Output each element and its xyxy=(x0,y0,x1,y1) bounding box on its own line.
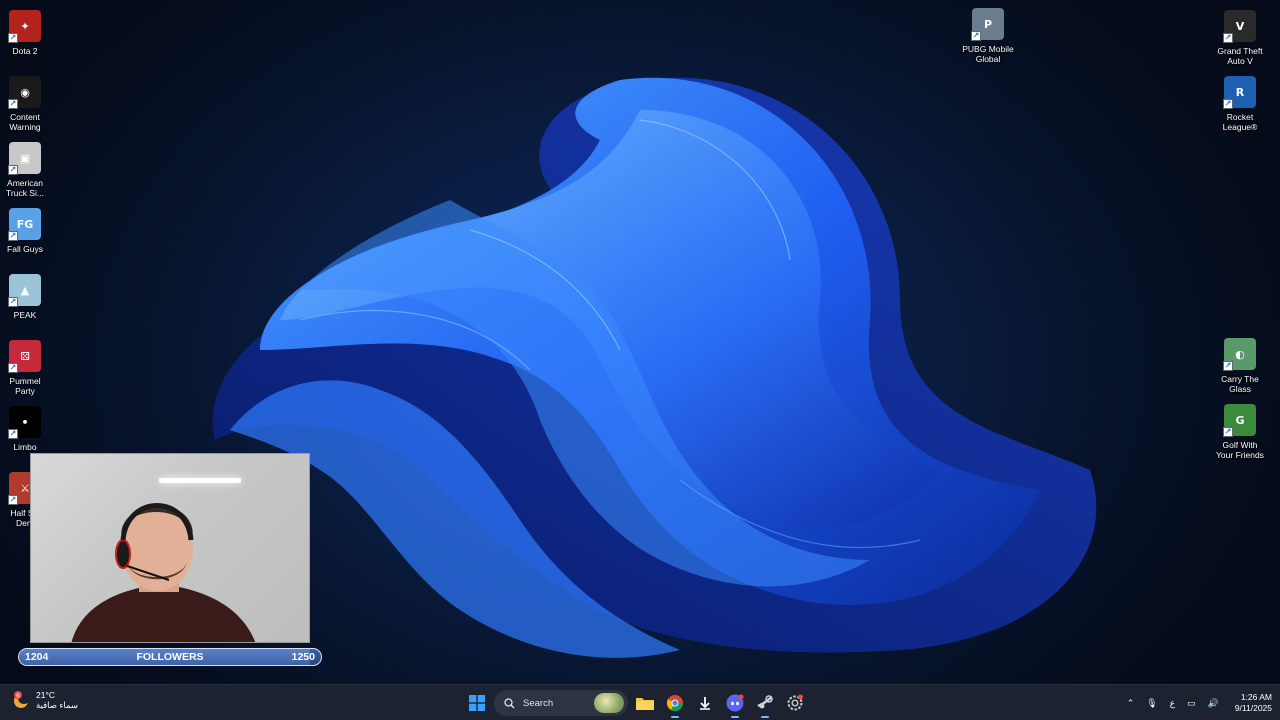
settings-app-button[interactable] xyxy=(782,690,808,716)
shortcut-arrow-icon: ↗ xyxy=(8,99,18,109)
desktop-icon-label: Limbo xyxy=(13,442,37,452)
taskbar-clock[interactable]: 1:26 AM 9/11/2025 xyxy=(1235,692,1272,714)
discord-button[interactable] xyxy=(722,690,748,718)
show-hidden-icons-chevron-icon[interactable]: ⌃ xyxy=(1127,698,1135,709)
limbo-icon: • ↗ xyxy=(8,406,41,439)
pummel-party-icon: ⚄ ↗ xyxy=(8,340,41,373)
desktop-icon-pubg-mobile[interactable]: P ↗ PUBG Mobile Global xyxy=(958,8,1018,64)
windows-start-button[interactable] xyxy=(464,690,490,716)
weather-moon-icon: 6 xyxy=(12,691,30,709)
taskbar-center-apps: Search xyxy=(464,688,808,718)
svg-text:6: 6 xyxy=(16,693,20,700)
content-warning-icon: ◉ ↗ xyxy=(8,76,41,109)
system-tray: ⌃ 🎙 ع ▭ 🔊 1:26 AM 9/11/2025 xyxy=(1127,689,1272,717)
clock-date: 9/11/2025 xyxy=(1234,703,1272,713)
shortcut-arrow-icon: ↗ xyxy=(8,33,18,43)
shortcut-arrow-icon: ↗ xyxy=(8,363,18,373)
file-explorer-button[interactable] xyxy=(632,690,658,716)
chrome-button[interactable] xyxy=(662,690,688,718)
desktop-icon-carry-the-glass[interactable]: ◐ ↗ Carry The Glass xyxy=(1210,338,1270,394)
golf-with-friends-icon: G ↗ xyxy=(1223,404,1256,437)
search-highlight-icon xyxy=(594,693,624,713)
search-placeholder: Search xyxy=(523,697,554,709)
microphone-icon[interactable]: 🎙 xyxy=(1146,698,1157,709)
shortcut-arrow-icon: ↗ xyxy=(971,31,981,41)
shortcut-arrow-icon: ↗ xyxy=(8,297,18,307)
rocket-league-icon: R ↗ xyxy=(1223,76,1256,109)
followers-label: FOLLOWERS xyxy=(136,651,204,663)
input-language[interactable]: ع xyxy=(1170,698,1175,709)
desktop-icon-label: Rocket League® xyxy=(1222,112,1258,132)
desktop-icon-label: American Truck Si... xyxy=(6,178,44,198)
desktop-icon-label: Pummel Party xyxy=(9,376,41,396)
desktop-icon-label: Golf With Your Friends xyxy=(1216,440,1264,460)
shortcut-arrow-icon: ↗ xyxy=(8,231,18,241)
taskbar-search[interactable]: Search xyxy=(494,690,628,716)
volume-icon[interactable]: 🔊 xyxy=(1208,698,1219,709)
clock-time: 1:26 AM xyxy=(1240,692,1272,702)
windows-logo-icon xyxy=(469,695,485,711)
fall-guys-icon: FG ↗ xyxy=(8,208,41,241)
desktop-icon-american-truck[interactable]: ▣ ↗ American Truck Si... xyxy=(0,142,55,198)
shortcut-arrow-icon: ↗ xyxy=(1223,99,1233,109)
desktop-icon-label: Fall Guys xyxy=(7,244,43,254)
search-icon xyxy=(504,697,515,708)
streamer-figure xyxy=(71,503,256,642)
desktop-icon-pummel-party[interactable]: ⚄ ↗ Pummel Party xyxy=(0,340,55,396)
desktop-icon-label: Content Warning xyxy=(9,112,41,132)
desktop-icon-label: Dota 2 xyxy=(12,46,38,56)
desktop-icon-golf-with-friends[interactable]: G ↗ Golf With Your Friends xyxy=(1210,404,1270,460)
desktop-icon-label: Carry The Glass xyxy=(1221,374,1259,394)
pubg-mobile-icon: P ↗ xyxy=(971,8,1004,41)
desktop-icon-fall-guys[interactable]: FG ↗ Fall Guys xyxy=(0,208,55,254)
peak-icon: ▲ ↗ xyxy=(8,274,41,307)
desktop-icon-rocket-league[interactable]: R ↗ Rocket League® xyxy=(1210,76,1270,132)
desktop-icon-gta5[interactable]: V ↗ Grand Theft Auto V xyxy=(1210,10,1270,66)
dota2-icon: ✦ ↗ xyxy=(8,10,41,43)
followers-current: 1204 xyxy=(25,651,49,663)
download-icon xyxy=(700,697,710,710)
american-truck-icon: ▣ ↗ xyxy=(8,142,41,175)
weather-widget[interactable]: 6 21°C سماء صافية xyxy=(12,690,78,710)
network-icon[interactable]: ▭ xyxy=(1187,698,1196,709)
shortcut-arrow-icon: ↗ xyxy=(1223,361,1233,371)
gta5-icon: V ↗ xyxy=(1223,10,1256,43)
desktop-icon-label: PEAK xyxy=(13,310,37,320)
followers-goal-bar: 1204 FOLLOWERS 1250 xyxy=(18,648,322,666)
chrome-icon xyxy=(666,695,684,712)
desktop-icon-content-warning[interactable]: ◉ ↗ Content Warning xyxy=(0,76,55,132)
webcam-overlay xyxy=(30,453,310,643)
carry-the-glass-icon: ◐ ↗ xyxy=(1223,338,1256,371)
desktop-icon-limbo[interactable]: • ↗ Limbo xyxy=(0,406,55,452)
desktop-icon-peak[interactable]: ▲ ↗ PEAK xyxy=(0,274,55,320)
steam-button[interactable] xyxy=(752,690,778,718)
weather-temp: 21°C xyxy=(36,690,55,700)
shortcut-arrow-icon: ↗ xyxy=(8,495,18,505)
followers-goal: 1250 xyxy=(291,651,315,663)
download-app-button[interactable] xyxy=(692,690,718,716)
discord-icon xyxy=(726,694,744,712)
shortcut-arrow-icon: ↗ xyxy=(1223,427,1233,437)
desktop-icon-label: Grand Theft Auto V xyxy=(1217,46,1263,66)
desktop-icon-label: PUBG Mobile Global xyxy=(962,44,1014,64)
folder-icon xyxy=(636,698,654,710)
desktop-icon-dota2[interactable]: ✦ ↗ Dota 2 xyxy=(0,10,55,56)
settings-gear-icon xyxy=(787,694,803,711)
shortcut-arrow-icon: ↗ xyxy=(8,165,18,175)
taskbar: 6 21°C سماء صافية Search ⌃ 🎙 ع ▭ 🔊 1:26 … xyxy=(0,684,1280,720)
shortcut-arrow-icon: ↗ xyxy=(1223,33,1233,43)
weather-condition: سماء صافية xyxy=(36,700,78,710)
steam-icon xyxy=(757,695,773,709)
shortcut-arrow-icon: ↗ xyxy=(8,429,18,439)
